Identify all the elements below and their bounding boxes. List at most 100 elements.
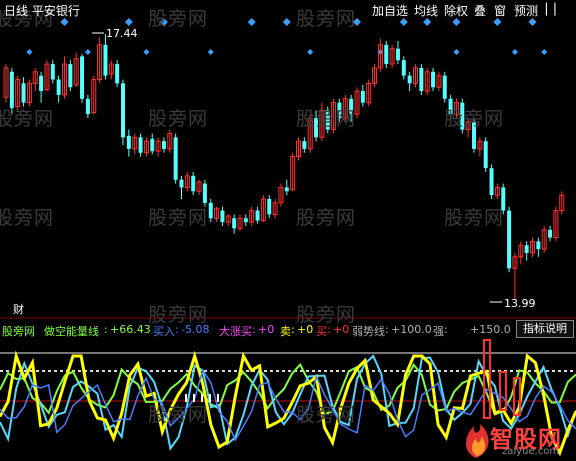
candle-body <box>401 60 406 76</box>
signal-diamond <box>452 18 461 26</box>
signal-diamond <box>307 49 314 55</box>
field-strong-sep: : <box>444 323 448 336</box>
candle-body <box>68 64 73 88</box>
candle-body <box>202 183 207 203</box>
candle-body <box>284 187 289 192</box>
field-strong-label: 强 <box>433 325 444 338</box>
signal-diamond <box>282 18 291 26</box>
field-weak-sep: : <box>385 323 389 336</box>
candle-body <box>220 210 225 223</box>
signal-diamond <box>423 18 432 26</box>
moving-average-button[interactable]: 均线 <box>414 2 438 19</box>
candle-body <box>489 168 494 196</box>
field-buy-sep: : <box>175 323 179 336</box>
indicator-tail-value: +150.0 <box>470 323 511 336</box>
candle-body <box>179 179 184 188</box>
candle-body <box>126 135 131 149</box>
signal-diamond <box>124 18 133 26</box>
candle-body <box>442 75 447 99</box>
watermark: 股旁网 <box>148 404 209 426</box>
watermark: 股旁网 <box>296 207 357 229</box>
candle-body <box>9 71 14 109</box>
indicator-name-value: +66.43 <box>110 323 151 336</box>
signal-diamond <box>26 49 33 55</box>
candle-body <box>407 75 412 84</box>
candle-body <box>507 210 512 269</box>
signal-diamond <box>493 18 502 26</box>
field-buy2-label: 买 <box>316 325 327 338</box>
low-price-label: 13.99 <box>504 297 536 310</box>
field-buy2-sep: : <box>327 323 331 336</box>
watermark: 股旁网 <box>296 108 357 130</box>
field-sell-label: 卖 <box>280 325 291 338</box>
ex-rights-button[interactable]: 除权 <box>444 2 468 19</box>
field-sell-value: +0 <box>297 323 314 336</box>
chart-window: 股旁网 股旁网 股旁网 股旁网 股旁网 股旁网 股旁网 股旁网 股旁网 股旁网 … <box>0 0 576 461</box>
candle-body <box>103 44 108 76</box>
signal-diamond <box>399 18 408 26</box>
candle-body <box>150 138 155 152</box>
watermark: 股旁网 <box>148 8 209 30</box>
indicator-name-sep: : <box>104 323 108 336</box>
candle-body <box>191 175 196 192</box>
candle-body <box>255 210 260 221</box>
candlestick-chart[interactable] <box>0 0 576 461</box>
candle-body <box>115 64 120 84</box>
signal-diamond <box>143 49 150 55</box>
field-surge-buy-label: 大涨买 <box>219 325 252 338</box>
forecast-button[interactable]: 预测 <box>514 2 538 19</box>
field-buy2-value: +0 <box>333 323 350 336</box>
signal-diamond <box>511 49 518 55</box>
signal-diamond <box>528 18 537 26</box>
candle-body <box>267 198 272 215</box>
candle-body <box>85 98 90 115</box>
signal-diamond <box>60 18 69 26</box>
finance-event-marker[interactable]: 财 <box>13 301 24 317</box>
watermark: 股旁网 <box>148 207 209 229</box>
indicator-help-button[interactable]: 指标说明 <box>516 320 574 338</box>
candle-body <box>80 56 85 99</box>
candle-body <box>232 218 237 229</box>
logo-url: zaiyue.com <box>502 446 560 457</box>
field-buy-value: -5.08 <box>181 323 210 336</box>
indicator-site-label: 股旁网 <box>2 325 35 338</box>
candle-body <box>524 245 529 253</box>
watermark: 股旁网 <box>296 404 357 426</box>
field-surge-buy-value: +0 <box>258 323 275 336</box>
overlay-button[interactable]: 叠 <box>474 2 486 19</box>
candle-body <box>21 83 26 103</box>
candle-body <box>360 91 365 103</box>
candle-body <box>419 67 424 92</box>
add-favorite-button[interactable]: 加自选 <box>372 2 408 19</box>
field-weak-value: +100.0 <box>391 323 432 336</box>
signal-diamond <box>247 18 256 26</box>
watermark: 股旁网 <box>444 108 505 130</box>
candle-body <box>121 83 125 138</box>
signal-diamond <box>207 49 214 55</box>
window-button[interactable]: 窗 <box>494 2 506 19</box>
candle-body <box>548 229 553 238</box>
signal-diamond <box>541 49 548 55</box>
watermark: 股旁网 <box>148 108 209 130</box>
site-logo: 智股网 zaiyue.com <box>458 418 574 460</box>
candle-body <box>56 79 61 95</box>
watermark: 股旁网 <box>0 108 55 130</box>
candle-body <box>483 141 488 169</box>
field-surge-buy-sep: : <box>252 323 256 336</box>
watermark: 股旁网 <box>296 8 357 30</box>
chart-title: 日线 平安银行 <box>4 4 80 18</box>
high-price-label: 17.44 <box>106 27 138 40</box>
buy-signal-bar <box>499 371 507 411</box>
toolbar-more-icon[interactable]: ▏▏ <box>546 3 563 16</box>
candle-body <box>39 75 44 92</box>
candle-body <box>395 48 400 61</box>
candle-body <box>50 64 55 80</box>
candle-body <box>384 44 389 65</box>
field-buy-label: 买入 <box>153 325 175 338</box>
candle-body <box>138 137 143 153</box>
candle-body <box>536 241 541 250</box>
watermark: 股旁网 <box>0 207 55 229</box>
candle-body <box>173 137 178 180</box>
signal-diamond <box>84 49 91 55</box>
candle-body <box>431 71 436 88</box>
